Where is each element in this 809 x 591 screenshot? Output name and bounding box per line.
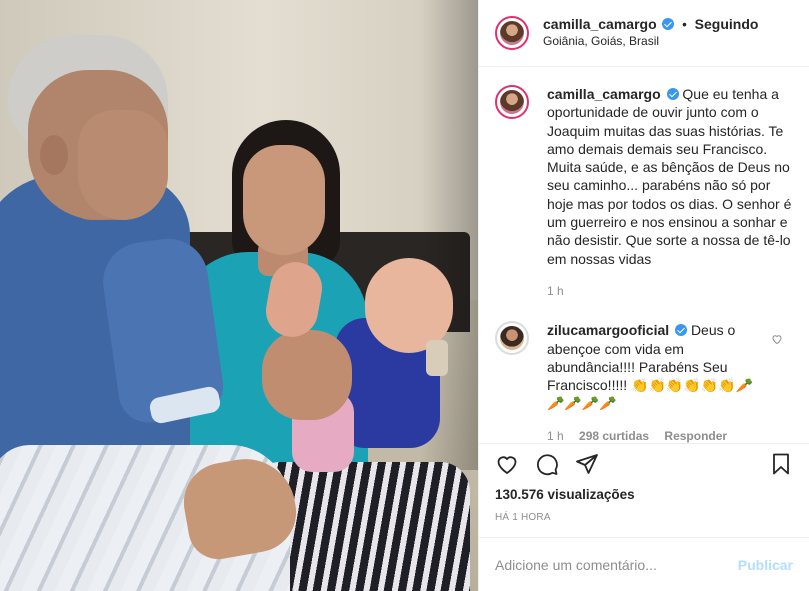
action-bar — [479, 443, 809, 483]
post-header: camilla_camargo • Seguindo Goiânia, Goiá… — [479, 0, 809, 67]
author-username[interactable]: camilla_camargo — [543, 16, 657, 32]
follow-status-button[interactable]: Seguindo — [695, 16, 759, 32]
comment-icon[interactable] — [535, 452, 559, 476]
add-comment-bar: Publicar — [479, 537, 809, 591]
author-avatar[interactable] — [495, 16, 529, 50]
verified-badge-icon — [666, 88, 679, 100]
comment-like-heart-icon[interactable] — [771, 333, 783, 345]
comment-input[interactable] — [495, 556, 738, 573]
wristwatch — [426, 340, 448, 376]
reply-button[interactable]: Responder — [664, 429, 727, 443]
baby-head — [365, 258, 453, 353]
post-sidebar: camilla_camargo • Seguindo Goiânia, Goiá… — [478, 0, 809, 591]
share-icon[interactable] — [575, 452, 599, 476]
view-count[interactable]: 130.576 visualizações — [479, 483, 809, 502]
commenter-username[interactable]: zilucamargooficial — [547, 322, 669, 338]
caption-time[interactable]: 1 h — [547, 284, 564, 298]
commenter-avatar[interactable] — [495, 321, 529, 356]
post-video[interactable] — [0, 0, 478, 591]
post-timestamp: HÁ 1 HORA — [495, 512, 551, 523]
verified-badge-icon — [675, 324, 688, 337]
verified-badge-icon — [662, 18, 675, 30]
caption-avatar[interactable] — [495, 85, 529, 119]
woman-arm — [262, 330, 352, 420]
caption-text: Que eu tenha a oportunidade de ouvir jun… — [547, 86, 792, 267]
comment-time[interactable]: 1 h — [547, 429, 564, 443]
caption-username[interactable]: camilla_camargo — [547, 86, 661, 102]
man-face — [78, 110, 168, 220]
woman-face — [243, 145, 325, 255]
publish-button[interactable]: Publicar — [738, 557, 793, 573]
comment-item: zilucamargooficial Deus o abençoe com vi… — [495, 321, 793, 443]
instagram-post: camilla_camargo • Seguindo Goiânia, Goiá… — [0, 0, 809, 591]
comments-section: camilla_camargo Que eu tenha a oportunid… — [479, 67, 809, 443]
caption: camilla_camargo Que eu tenha a oportunid… — [495, 85, 793, 300]
comment-likes[interactable]: 298 curtidas — [579, 429, 649, 443]
heart-icon[interactable] — [495, 452, 519, 476]
bookmark-icon[interactable] — [769, 452, 793, 476]
separator: • — [682, 17, 687, 32]
post-location[interactable]: Goiânia, Goiás, Brasil — [543, 33, 758, 50]
